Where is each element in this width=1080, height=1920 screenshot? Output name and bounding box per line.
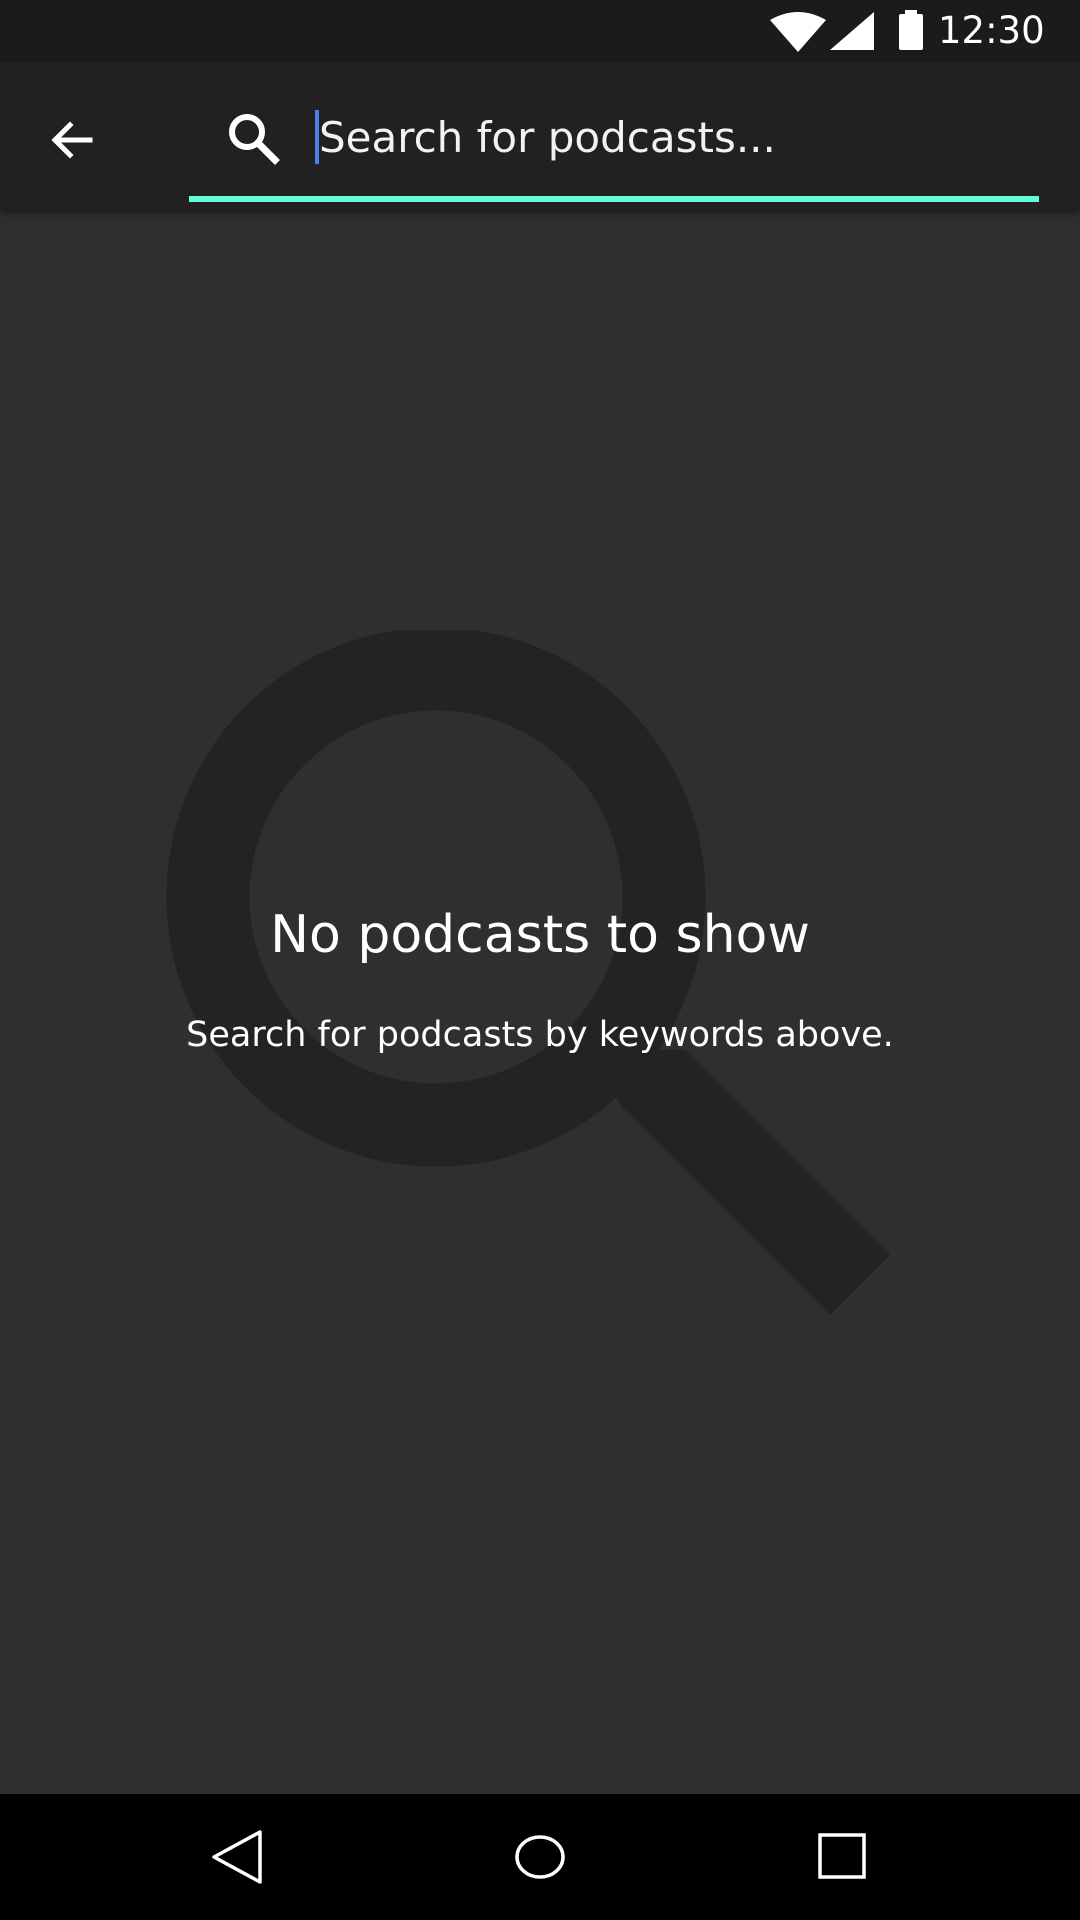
search-field[interactable] <box>189 62 1039 202</box>
search-icon <box>166 630 890 1315</box>
signal-icon <box>830 12 874 50</box>
empty-state-subtitle: Search for podcasts by keywords above. <box>186 1015 894 1055</box>
search-icon <box>229 114 280 165</box>
search-input[interactable] <box>315 100 1019 176</box>
nav-recents-button[interactable] <box>802 1817 882 1897</box>
battery-icon <box>899 10 923 50</box>
arrow-left-icon <box>51 121 93 159</box>
nav-home-button[interactable] <box>500 1817 580 1897</box>
search-underline <box>189 196 1039 202</box>
back-button[interactable] <box>36 104 108 176</box>
back-triangle-icon <box>212 1830 262 1884</box>
empty-state: No podcasts to show Search for podcasts … <box>0 210 1080 1794</box>
home-circle-icon <box>515 1835 565 1879</box>
empty-state-title: No podcasts to show <box>270 905 810 965</box>
search-toolbar <box>0 62 1080 210</box>
nav-back-button[interactable] <box>198 1817 278 1897</box>
text-caret <box>315 110 319 164</box>
recents-square-icon <box>818 1833 866 1879</box>
status-bar: 12:30 <box>0 0 1080 62</box>
wifi-icon <box>770 12 826 52</box>
status-clock: 12:30 <box>938 9 1045 52</box>
navigation-bar <box>0 1794 1080 1920</box>
app-screen: 12:30 No podcasts to show Search for pod… <box>0 0 1080 1920</box>
